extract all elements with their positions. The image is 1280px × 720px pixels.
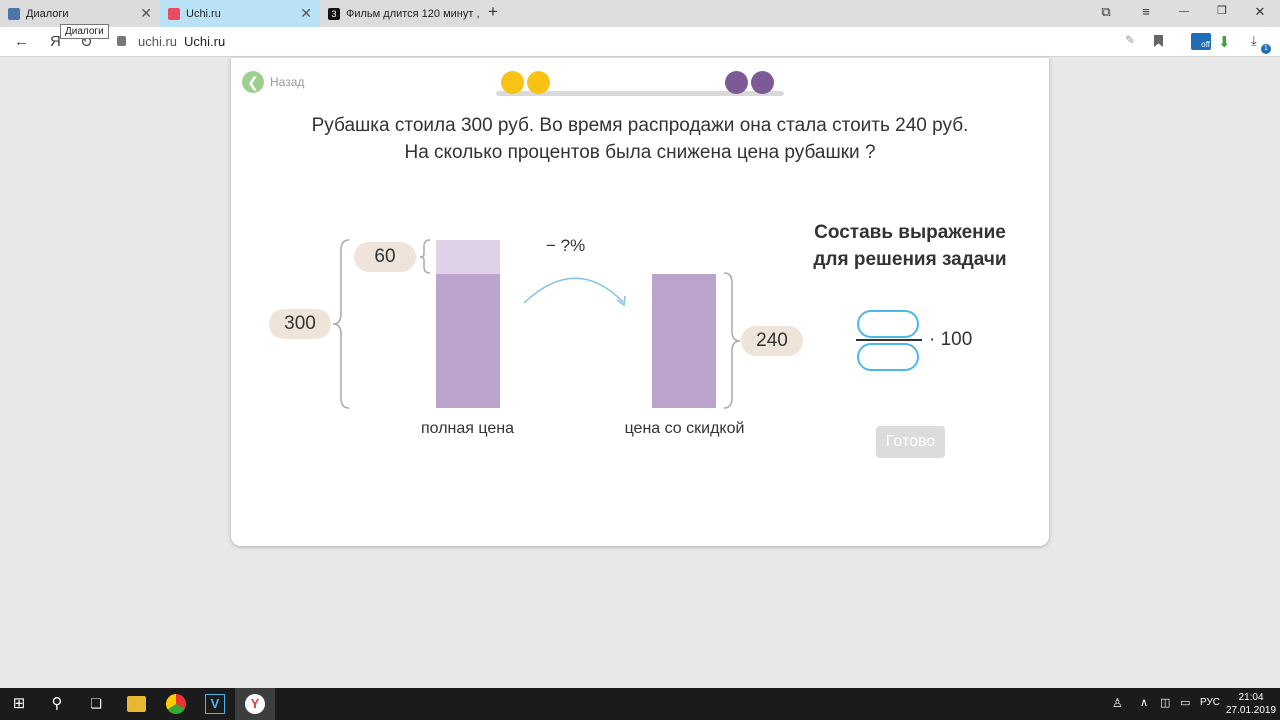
tab-uchi[interactable]: Uchi.ru ✕ [160, 0, 320, 27]
close-window-icon[interactable]: ✕ [1250, 4, 1270, 20]
clock[interactable]: 21:04 27.01.2019 [1226, 691, 1276, 717]
clock-date: 27.01.2019 [1226, 705, 1277, 716]
tab-title: Диалоги [26, 7, 69, 20]
yandex-browser-icon[interactable]: Y [245, 694, 265, 714]
extension-off-icon[interactable]: off [1191, 33, 1211, 50]
percent-change-label: − ?% [546, 236, 586, 255]
discount-price-bar [652, 273, 716, 408]
download-icon[interactable]: ⬇ [1218, 33, 1231, 51]
task-title: Составь выражение для решения задачи [786, 219, 1034, 273]
discount-price-caption: цена со скидкой [624, 420, 745, 437]
menu-icon[interactable]: ≡ [1136, 4, 1156, 19]
tab-title: Фильм длится 120 минут , [346, 7, 480, 20]
numerator-slot[interactable] [857, 310, 919, 338]
discount-price-pill: 240 [741, 326, 803, 356]
display-icon[interactable]: ▭ [1180, 696, 1190, 709]
multiplier-text: · 100 [929, 329, 973, 350]
tab-bar: Диалоги ✕ Uchi.ru ✕ 3 Фильм длится 120 м… [0, 0, 1280, 27]
new-tab-button[interactable]: + [483, 2, 503, 22]
chrome-icon[interactable] [166, 694, 186, 714]
vbox-icon[interactable]: V [205, 694, 225, 714]
file-explorer-icon[interactable] [127, 696, 146, 712]
windows-start-icon[interactable]: ⊞ [7, 692, 31, 716]
address-bar: ← Я ↻ uchi.ru Uchi.ru ✎ off ⬇ ⤓ 1 [0, 27, 1280, 57]
denominator-slot[interactable] [857, 343, 919, 371]
task-view-icon[interactable]: ❏ [84, 692, 108, 716]
difference-brace [419, 239, 431, 274]
fraction-line [856, 339, 922, 341]
bookmark-icon[interactable] [1154, 35, 1163, 47]
people-icon[interactable]: ♙ [1112, 696, 1123, 710]
difference-pill: 60 [354, 242, 416, 272]
tab-dialogs[interactable]: Диалоги ✕ [0, 0, 160, 27]
back-arrow-icon[interactable]: ← [14, 33, 29, 50]
lesson-card: ❮ Назад Рубашка стоила 300 руб. Во время… [231, 58, 1049, 546]
znanija-icon: 3 [328, 7, 340, 20]
restore-icon[interactable]: ❐ [1212, 4, 1232, 17]
tab-title: Uchi.ru [186, 7, 221, 20]
tooltip: Диалоги [60, 24, 109, 39]
network-icon[interactable]: ◫ [1160, 696, 1170, 709]
url-domain[interactable]: uchi.ru [138, 34, 177, 49]
full-price-bar [436, 273, 500, 408]
clock-time: 21:04 [1238, 692, 1264, 703]
taskbar: ⊞ ⚲ ❏ V Y ♙ ∧ ◫ ▭ РУС 21:04 27.01.2019 [0, 688, 1280, 720]
language-indicator[interactable]: РУС [1200, 697, 1220, 708]
search-icon[interactable]: ⚲ [45, 692, 69, 716]
diagram-graphics [332, 239, 741, 409]
task-title-line-2: для решения задачи [813, 249, 1007, 270]
total-brace [332, 239, 350, 409]
total-price-pill: 300 [269, 309, 331, 339]
downloads-icon[interactable]: ⤓ [1251, 33, 1257, 49]
lock-icon [117, 36, 126, 46]
edit-icon[interactable]: ✎ [1125, 33, 1135, 47]
collections-icon[interactable]: ⧉ [1096, 4, 1116, 20]
discount-brace [723, 272, 741, 409]
minimize-icon[interactable]: — [1174, 6, 1194, 17]
full-price-caption: полная цена [420, 420, 514, 437]
arrow-curve [523, 277, 624, 304]
tab-film[interactable]: 3 Фильм длится 120 минут , [320, 0, 480, 27]
done-button[interactable]: Готово [876, 426, 945, 458]
uchi-icon [168, 7, 180, 20]
tray-chevron-icon[interactable]: ∧ [1140, 696, 1148, 709]
download-count-badge: 1 [1261, 44, 1271, 54]
vk-icon [8, 7, 20, 20]
close-icon[interactable]: ✕ [140, 5, 152, 22]
task-title-line-1: Составь выражение [814, 222, 1006, 243]
full-price-bar-difference [436, 240, 500, 274]
close-icon[interactable]: ✕ [300, 5, 312, 22]
url-page-title[interactable]: Uchi.ru [184, 34, 225, 49]
